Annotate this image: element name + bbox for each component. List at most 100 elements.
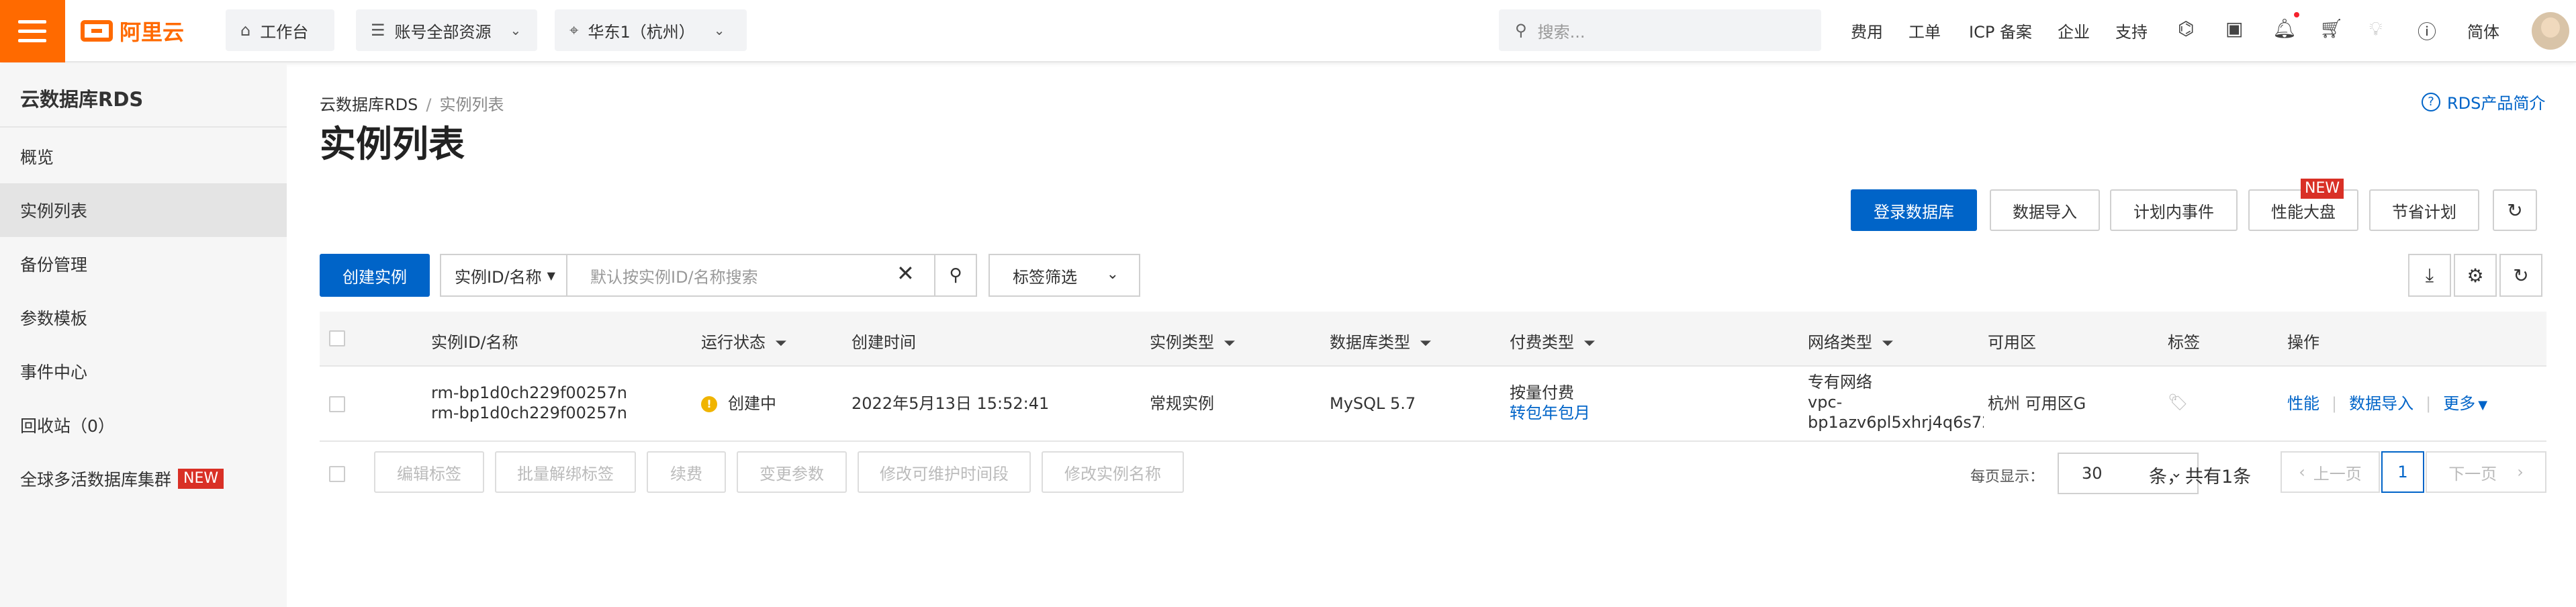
page-size-label: 每页显示： [1970,469,2045,485]
import-data-link[interactable]: 数据导入 [2349,394,2413,413]
column-header: 可用区 [1988,333,2036,352]
caret-down-icon: ▼ [547,269,555,282]
button-label: 计划内事件 [2133,202,2214,222]
support-link[interactable]: 支持 [2115,19,2148,42]
login-database-button[interactable]: 登录数据库 [1851,189,1977,231]
sidebar-item-label: 备份管理 [20,255,88,275]
edit-tags-button[interactable]: 编辑标签 [374,451,484,493]
search-icon: ⚲ [949,265,962,285]
sidebar-divider [0,126,287,128]
new-badge: NEW [178,469,224,489]
select-all-footer-checkbox[interactable] [329,466,345,482]
column-header: 实例ID/名称 [431,333,518,352]
workbench-button[interactable]: ⌂ 工作台 [226,9,334,51]
icp-link[interactable]: ICP 备案 [1969,19,2032,42]
filter-field-select[interactable]: 实例ID/名称 ▼ [440,254,566,297]
select-all-checkbox[interactable] [329,330,345,346]
operations-cell: 性能 | 数据导入 | 更多 ▼ [2287,393,2487,416]
performance-link[interactable]: 性能 [2287,394,2319,413]
caret-down-icon: ▼ [2478,398,2488,412]
button-label: 性能大盘 [2271,202,2336,222]
cart-icon[interactable]: 🛒︎ [2319,17,2344,40]
column-header-status[interactable]: 运行状态 ⏷ [701,329,787,353]
sidebar-item-instances[interactable]: 实例列表 [0,183,287,237]
instance-search-input[interactable]: 默认按实例ID/名称搜索 [566,254,935,297]
aliyun-logo-icon [81,20,113,42]
new-badge: NEW [2301,179,2344,199]
sidebar-item-label: 全球多活数据库集群 [20,470,172,489]
sidebar-item-events[interactable]: 事件中心 [0,344,287,398]
sidebar-item-param-templates[interactable]: 参数模板 [0,291,287,344]
resource-selector[interactable]: ☰ 账号全部资源 ⌄ [356,9,537,51]
table-refresh-button[interactable]: ↻ [2499,254,2542,297]
filter-icon: ⏷ [775,335,787,352]
column-header-instance-type[interactable]: 实例类型 ⏷ [1150,329,1236,353]
sidebar-item-backup[interactable]: 备份管理 [0,237,287,291]
filter-icon: ⏷ [1882,335,1894,352]
column-header-network[interactable]: 网络类型 ⏷ [1808,329,1894,353]
enterprise-link[interactable]: 企业 [2058,19,2090,42]
column-header-label: 实例类型 [1150,333,1214,352]
clear-icon[interactable]: ✕ [896,261,915,286]
table-header: 实例ID/名称 运行状态 ⏷ 创建时间 实例类型 ⏷ 数据库类型 ⏷ 付费类型 ⏷ 网络… [320,312,2546,367]
planned-events-button[interactable]: 计划内事件 [2110,189,2238,231]
hamburger-menu-button[interactable] [0,0,65,62]
sidebar-item-label: 参数模板 [20,309,88,328]
modify-maintenance-window-button[interactable]: 修改可维护时间段 [858,451,1031,493]
global-search-input[interactable]: ⚲ 搜索... [1499,9,1821,51]
resource-label: 账号全部资源 [394,22,492,42]
download-button[interactable]: ⤓ [2408,254,2451,297]
button-label: 修改可维护时间段 [880,464,1009,483]
sidebar-item-overview[interactable]: 概览 [0,130,287,183]
help-icon[interactable]: ⓘ [2418,17,2436,44]
convert-subscription-link[interactable]: 转包年包月 [1510,403,1590,423]
next-page-button[interactable]: 下一页 › [2426,451,2546,493]
tag-filter-label: 标签筛选 [1013,267,1077,287]
chevron-down-icon: ⌄ [713,22,725,38]
sidebar-item-recycle-bin[interactable]: 回收站（0） [0,398,287,452]
saving-plan-button[interactable]: 节省计划 [2369,189,2479,231]
billing-link[interactable]: 费用 [1851,19,1883,42]
renew-button[interactable]: 续费 [647,451,726,493]
more-dropdown[interactable]: 更多 ▼ [2443,394,2487,413]
ticket-link[interactable]: 工单 [1908,19,1941,42]
zone: 杭州 可用区G [1988,394,2086,413]
code-icon[interactable]: ⌬ [2178,17,2194,40]
product-intro-link[interactable]: ? RDS产品简介 [2422,90,2545,113]
create-instance-button[interactable]: 创建实例 [320,254,430,297]
aliyun-logo[interactable]: 阿里云 [81,15,184,47]
logo-text: 阿里云 [120,19,185,45]
button-label: 编辑标签 [397,464,461,483]
tag-filter-select[interactable]: 标签筛选 ⌄ [988,254,1140,297]
sidebar-item-global-cluster[interactable]: 全球多活数据库集群 NEW [0,452,287,506]
settings-button[interactable]: ⚙ [2454,254,2497,297]
batch-unbind-tags-button[interactable]: 批量解绑标签 [495,451,636,493]
instance-id-cell: rm-bp1d0ch229f00257n rm-bp1d0ch229f00257… [431,383,627,423]
avatar[interactable] [2532,12,2569,50]
language-switch[interactable]: 简体 [2467,19,2499,42]
sidebar-item-label: 回收站（0） [20,416,115,436]
sidebar-item-label: 事件中心 [20,363,88,382]
page-1-button[interactable]: 1 [2381,451,2424,493]
region-selector[interactable]: ⌖ 华东1（杭州） ⌄ [555,9,747,51]
filter-icon: ⏷ [1420,335,1432,352]
column-header-pay-type[interactable]: 付费类型 ⏷ [1510,329,1596,353]
breadcrumb-root[interactable]: 云数据库RDS [320,95,418,114]
prev-page-button[interactable]: ‹ 上一页 [2281,451,2380,493]
import-data-button[interactable]: 数据导入 [1990,189,2100,231]
terminal-icon[interactable]: ▣ [2225,17,2243,40]
refresh-icon: ↻ [2513,264,2529,287]
refresh-button[interactable]: ↻ [2493,189,2537,231]
column-header-label: 数据库类型 [1330,333,1410,352]
search-button[interactable]: ⚲ [935,254,977,297]
rename-instance-button[interactable]: 修改实例名称 [1042,451,1184,493]
instance-id-link[interactable]: rm-bp1d0ch229f00257n [431,383,627,403]
bell-icon[interactable]: 🔔︎ [2272,17,2297,40]
tag-icon[interactable]: 🏷︎ [2168,392,2188,412]
status-cell: ! 创建中 [701,393,776,414]
column-header-label: 网络类型 [1808,333,1872,352]
change-params-button[interactable]: 变更参数 [737,451,847,493]
lightbulb-icon[interactable]: 💡︎ [2369,17,2383,40]
column-header-db-type[interactable]: 数据库类型 ⏷ [1330,329,1432,353]
row-checkbox[interactable] [329,396,345,412]
